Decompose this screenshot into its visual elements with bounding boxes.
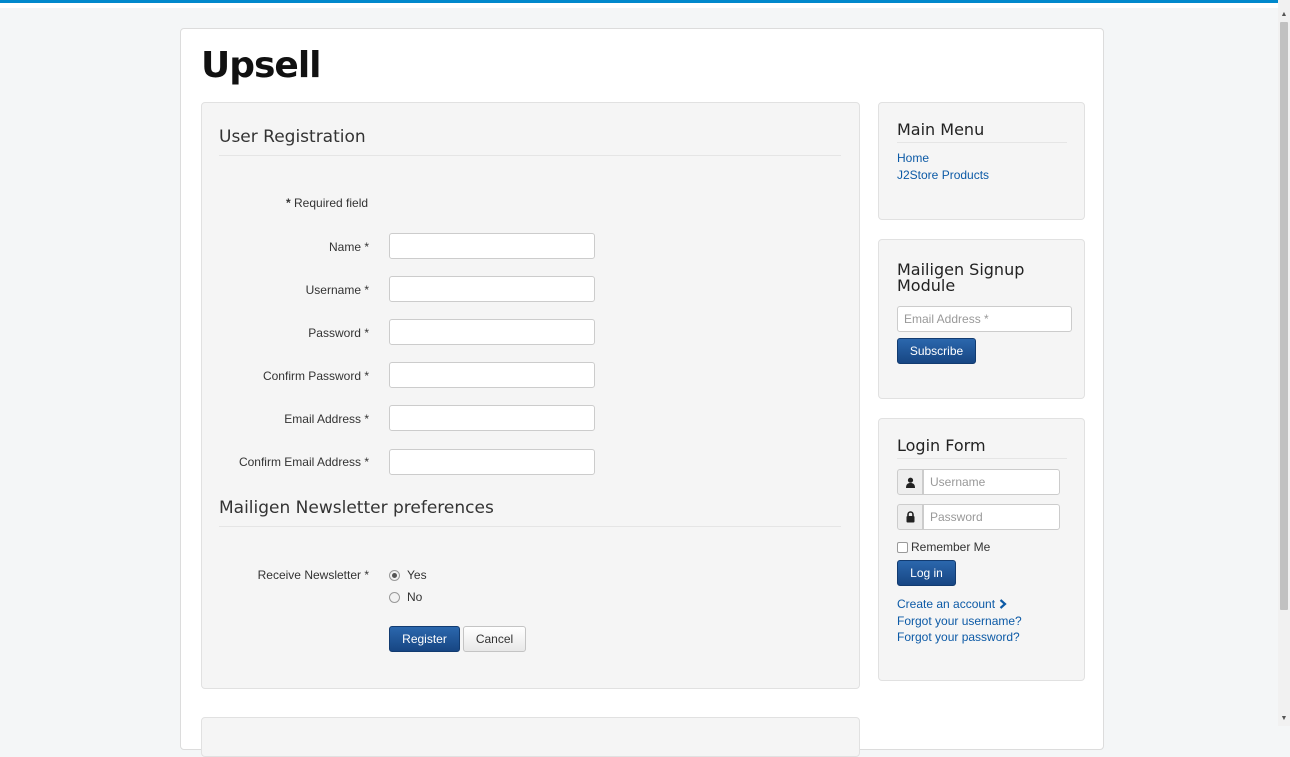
radio-no-label: No: [407, 590, 423, 604]
username-label: Username *: [305, 283, 369, 297]
login-panel: Login Form Remember Me Log in Create an …: [878, 418, 1085, 681]
login-username-input[interactable]: [923, 469, 1060, 495]
radio-no[interactable]: [389, 591, 400, 603]
radio-yes[interactable]: [389, 569, 400, 581]
scroll-down-icon[interactable]: ▼: [1278, 712, 1290, 726]
signup-title: Mailigen Signup Module: [897, 262, 1067, 298]
top-bar-gap: [0, 3, 1278, 8]
signup-panel: Mailigen Signup Module Subscribe: [878, 239, 1085, 399]
scroll-up-icon[interactable]: ▲: [1278, 8, 1290, 22]
page-scrollbar[interactable]: ▲ ▼: [1278, 0, 1290, 726]
newsletter-option-no[interactable]: No: [389, 590, 422, 604]
lock-icon: [897, 504, 923, 530]
chevron-right-icon: [999, 598, 1007, 612]
newsletter-title: Mailigen Newsletter preferences: [219, 498, 841, 527]
site-title: Upsell: [201, 45, 322, 86]
confirm-password-input[interactable]: [389, 362, 595, 388]
menu-item-home[interactable]: Home: [897, 151, 929, 165]
newsletter-option-yes[interactable]: Yes: [389, 568, 427, 582]
main-menu-panel: Main Menu Home J2Store Products: [878, 102, 1085, 220]
email-input[interactable]: [389, 405, 595, 431]
subscribe-button[interactable]: Subscribe: [897, 338, 976, 364]
name-label: Name *: [328, 240, 369, 254]
cancel-button[interactable]: Cancel: [463, 626, 526, 652]
newsletter-label: Receive Newsletter *: [257, 568, 369, 582]
radio-yes-label: Yes: [407, 568, 427, 582]
password-label: Password *: [308, 326, 369, 340]
lower-panel: [201, 717, 860, 757]
menu-item-j2store-products[interactable]: J2Store Products: [897, 168, 989, 182]
remember-me-row[interactable]: Remember Me: [897, 540, 990, 554]
scrollbar-thumb[interactable]: [1280, 22, 1288, 610]
registration-panel: User Registration * Required field Name …: [201, 102, 860, 689]
main-menu-title: Main Menu: [897, 122, 1067, 143]
password-input[interactable]: [389, 319, 595, 345]
login-button[interactable]: Log in: [897, 560, 956, 586]
forgot-username-link[interactable]: Forgot your username?: [897, 614, 1022, 628]
name-input[interactable]: [389, 233, 595, 259]
remember-me-checkbox[interactable]: [897, 541, 908, 553]
create-account-link[interactable]: Create an account: [897, 597, 1007, 612]
email-label: Email Address *: [284, 412, 369, 426]
required-field-note: * Required field: [286, 196, 368, 210]
login-title: Login Form: [897, 438, 1067, 459]
confirm-email-label: Confirm Email Address *: [238, 455, 369, 469]
registration-title: User Registration: [219, 127, 841, 156]
required-note-text: Required field: [290, 196, 369, 210]
forgot-password-link[interactable]: Forgot your password?: [897, 630, 1020, 644]
create-account-text: Create an account: [897, 597, 996, 611]
signup-title-line2: Module: [897, 276, 956, 295]
remember-me-label: Remember Me: [911, 540, 991, 554]
signup-email-input[interactable]: [897, 306, 1072, 332]
confirm-password-label: Confirm Password *: [262, 369, 369, 383]
user-icon: [897, 469, 923, 495]
register-button[interactable]: Register: [389, 626, 460, 652]
username-input[interactable]: [389, 276, 595, 302]
confirm-email-input[interactable]: [389, 449, 595, 475]
page-container: Upsell User Registration * Required fiel…: [180, 28, 1104, 757]
login-password-input[interactable]: [923, 504, 1060, 530]
